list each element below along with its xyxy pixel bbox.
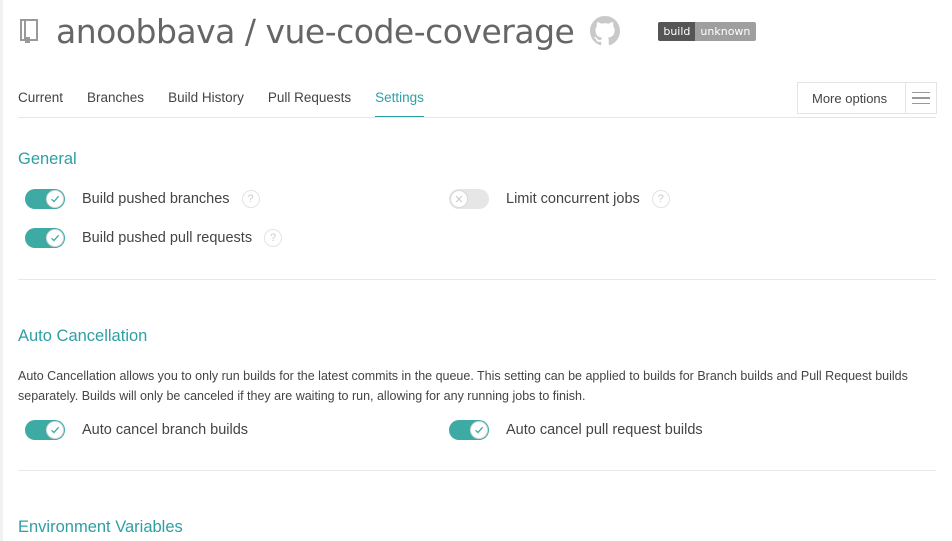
auto-cancellation-description: Auto Cancellation allows you to only run… xyxy=(18,369,908,403)
section-divider xyxy=(18,279,936,280)
toggle-auto-cancel-pull-request-builds[interactable] xyxy=(449,420,489,440)
help-icon[interactable]: ? xyxy=(241,190,260,208)
tab-branches[interactable]: Branches xyxy=(87,90,144,118)
badge-status: unknown xyxy=(695,21,757,41)
repo-header: anoobbava / vue-code-coverage build unkn… xyxy=(18,8,757,54)
section-title-environment-variables: Environment Variables xyxy=(18,518,183,536)
more-options-button[interactable]: More options xyxy=(797,82,937,114)
repo-title: anoobbava / vue-code-coverage xyxy=(56,11,575,51)
section-title-auto-cancellation: Auto Cancellation xyxy=(18,327,148,345)
tab-build-history[interactable]: Build History xyxy=(168,90,244,118)
github-icon[interactable] xyxy=(590,16,621,46)
setting-limit-concurrent-jobs: Limit concurrent jobs ? xyxy=(449,187,670,211)
repo-tabs: Current Branches Build History Pull Requ… xyxy=(18,90,448,118)
setting-label: Build pushed pull requests xyxy=(82,230,253,246)
setting-build-pushed-branches: Build pushed branches ? xyxy=(25,187,260,211)
hamburger-menu-icon xyxy=(904,83,937,113)
more-options-label: More options xyxy=(812,90,888,106)
setting-auto-cancel-pull-request-builds: Auto cancel pull request builds xyxy=(449,418,703,442)
toggle-build-pushed-pull-requests[interactable] xyxy=(25,228,65,248)
help-icon[interactable]: ? xyxy=(264,229,283,247)
setting-auto-cancel-branch-builds: Auto cancel branch builds xyxy=(25,418,248,442)
toggle-limit-concurrent-jobs[interactable] xyxy=(449,189,489,209)
badge-label: build xyxy=(658,21,696,41)
x-icon xyxy=(450,190,468,208)
toggle-build-pushed-branches[interactable] xyxy=(25,189,65,209)
check-icon xyxy=(46,190,64,208)
setting-label: Limit concurrent jobs xyxy=(506,191,640,207)
section-title-general: General xyxy=(18,150,77,168)
section-divider xyxy=(18,470,936,471)
page-left-border xyxy=(0,0,3,541)
check-icon xyxy=(470,421,488,439)
tab-current[interactable]: Current xyxy=(18,90,63,118)
help-icon[interactable]: ? xyxy=(651,190,670,208)
toggle-auto-cancel-branch-builds[interactable] xyxy=(25,420,65,440)
setting-build-pushed-pull-requests: Build pushed pull requests ? xyxy=(25,226,283,250)
tab-pull-requests[interactable]: Pull Requests xyxy=(268,90,351,118)
repo-book-icon xyxy=(18,18,40,44)
build-status-badge[interactable]: build unknown xyxy=(658,21,757,41)
setting-label: Auto cancel pull request builds xyxy=(506,422,703,438)
check-icon xyxy=(46,421,64,439)
tab-settings[interactable]: Settings xyxy=(375,90,424,118)
check-icon xyxy=(46,229,64,247)
tabs-divider xyxy=(18,117,936,118)
setting-label: Auto cancel branch builds xyxy=(82,422,249,438)
setting-label: Build pushed branches xyxy=(82,191,230,207)
